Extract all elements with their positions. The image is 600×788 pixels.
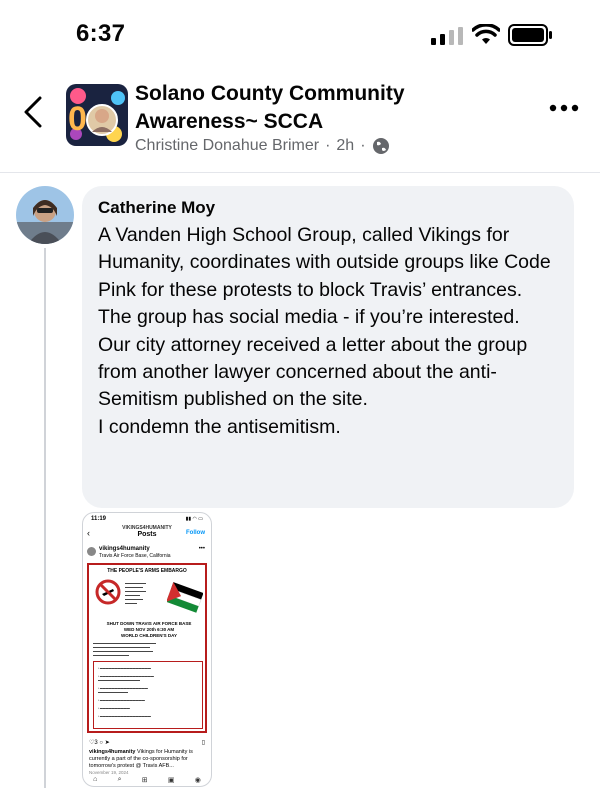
attachment-user-avatar — [87, 547, 96, 556]
commenter-avatar[interactable] — [16, 186, 74, 244]
no-weapons-icon — [95, 579, 121, 605]
share-icon: ➤ — [104, 740, 110, 746]
comment-bubble: Catherine Moy A Vanden High School Group… — [82, 186, 574, 508]
like-count: 3 — [94, 740, 98, 746]
group-name[interactable]: Solano County Community Awareness~ SCCA — [135, 80, 495, 136]
wifi-icon — [472, 24, 500, 44]
attachment-follow: Follow — [186, 530, 205, 536]
poster-list-text: • ▬▬▬▬▬▬▬▬▬▬▬▬▬▬▬▬▬ • ▬▬▬▬▬▬▬▬▬▬▬▬▬▬▬▬▬▬ ▬… — [98, 666, 154, 718]
attachment-caption: vikings4humanity Vikings for Humanity is… — [89, 749, 207, 770]
attachment-location: Travis Air Force Base, California — [99, 553, 171, 559]
comment-line: Our city attorney received a letter abou… — [98, 333, 528, 411]
palestine-flag-icon — [167, 582, 203, 613]
bookmark-icon: ▯ — [201, 740, 205, 746]
thread-line — [44, 248, 46, 788]
poster-heading: SHUT DOWN TRAVIS AIR FORCE BASE — [106, 621, 192, 626]
comment-line: I condemn the antisemitism. — [98, 415, 341, 438]
poster-title: THE PEOPLE'S ARMS EMBARGO — [107, 568, 187, 574]
status-time: 6:37 — [76, 20, 126, 47]
comment-line: A Vanden High School Group, called Vikin… — [98, 224, 551, 301]
chevron-left-icon[interactable] — [18, 92, 48, 132]
attachment-more-icon: ••• — [198, 546, 205, 552]
meta-separator: · — [325, 137, 331, 154]
svg-text:0: 0 — [68, 100, 87, 138]
attachment-user: vikings4humanity — [99, 546, 150, 552]
status-bar: 6:37 — [0, 0, 600, 70]
poster-body-text: ▬▬▬▬▬▬▬▬▬▬▬▬▬▬▬▬▬▬▬▬▬ ▬▬▬▬▬▬▬▬▬▬▬▬▬▬▬▬▬▬▬… — [93, 641, 156, 657]
poster-name[interactable]: Christine Donahue Brimer — [135, 137, 319, 155]
post-meta: Christine Donahue Brimer · 2h · — [135, 137, 390, 155]
poster-date: WED NOV 20th 6:30 AM — [123, 627, 175, 632]
more-horizontal-icon[interactable] — [548, 102, 580, 114]
caption-user: vikings4humanity — [89, 749, 136, 755]
group-avatar-image: 0 — [66, 84, 128, 146]
attachment-time: 11:19 — [91, 516, 107, 522]
comment-author[interactable]: Catherine Moy — [98, 198, 215, 218]
group-avatar[interactable]: 0 — [66, 84, 128, 146]
comment-icon: ○ — [99, 740, 104, 746]
globe-icon — [372, 138, 389, 154]
attachment-date: November 19, 2024 — [89, 770, 129, 775]
post-age[interactable]: 2h — [336, 137, 354, 155]
comment-line: The group has social media - if you’re i… — [98, 306, 520, 329]
meta-separator: · — [360, 137, 366, 154]
comment-attachment-image[interactable]: 11:19 ▮▮ ◠ ▭ ‹ VIKINGS4HUMANITY Posts Fo… — [82, 512, 212, 787]
battery-icon — [508, 24, 552, 46]
poster-body-text: ▬▬▬▬▬▬▬ ▬▬▬▬▬▬ ▬▬▬▬▬▬▬ ▬▬▬▬▬ ▬▬▬▬▬▬ ▬▬▬▬ — [125, 581, 146, 605]
post-header: 0 Solano County Community Awareness~ SCC… — [0, 72, 600, 173]
poster-info-box: • ▬▬▬▬▬▬▬▬▬▬▬▬▬▬▬▬▬ • ▬▬▬▬▬▬▬▬▬▬▬▬▬▬▬▬▬▬ ▬… — [93, 661, 203, 729]
protest-poster: THE PEOPLE'S ARMS EMBARGO ▬▬▬▬▬▬▬ ▬▬▬▬▬▬ ▬… — [87, 563, 207, 733]
attachment-status-icons: ▮▮ ◠ ▭ — [185, 516, 203, 522]
attachment-actions: ♡3 ○ ➤ ▯ — [89, 739, 205, 747]
poster-day: WORLD CHILDREN'S DAY — [121, 633, 177, 638]
cellular-signal-icon — [431, 27, 463, 45]
comment-text: A Vanden High School Group, called Vikin… — [98, 222, 568, 441]
commenter-avatar-image — [16, 186, 74, 244]
